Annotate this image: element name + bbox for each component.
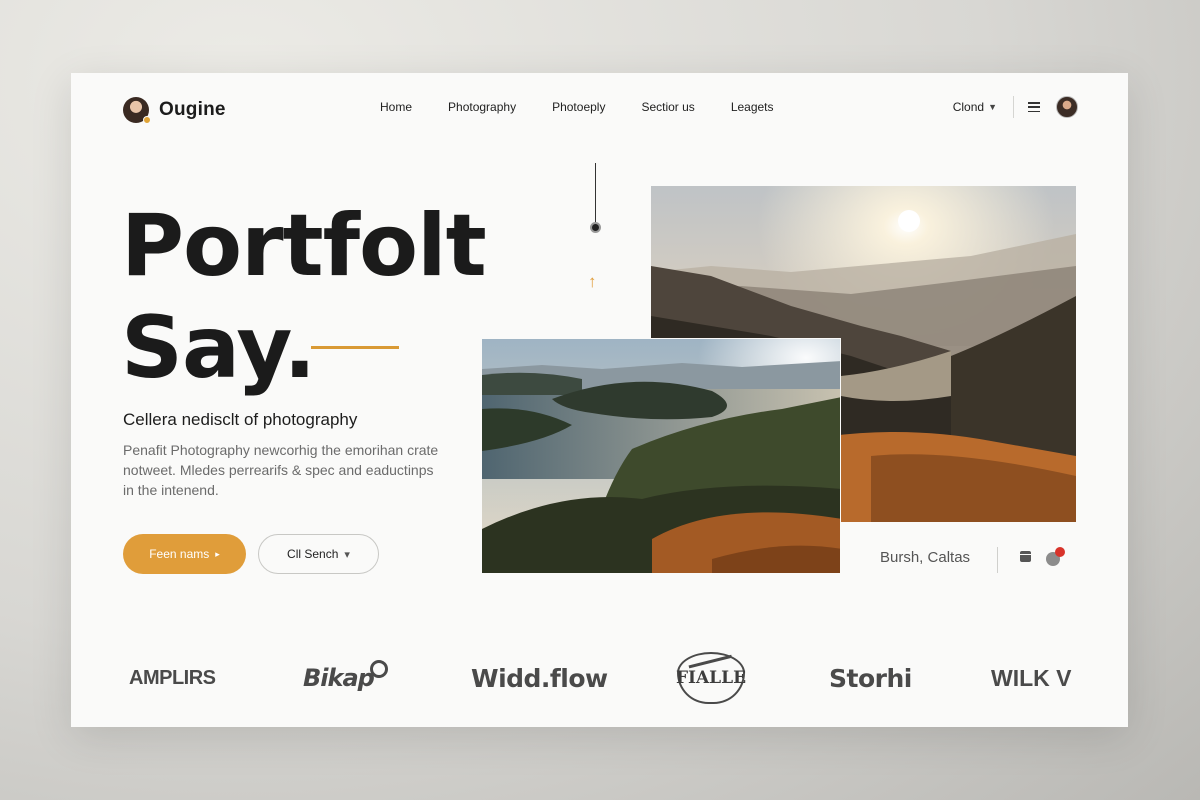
logo-widdflow: Widd.flow [471, 663, 608, 693]
hero-title-line2: Say. [121, 298, 316, 398]
accent-line [311, 346, 399, 349]
primary-cta-button[interactable]: Feen nams ▸ [123, 534, 246, 574]
brand[interactable]: Ougine [123, 97, 226, 124]
logo-fialle: FIALLE [675, 643, 747, 713]
pendulum-line [595, 163, 596, 223]
chevron-down-icon: ▾ [344, 548, 350, 561]
nav-photography[interactable]: Photography [448, 100, 516, 114]
swirl-icon [369, 660, 388, 678]
brand-logo-icon [123, 97, 151, 124]
account-dropdown[interactable]: Clond ▼ [953, 100, 997, 114]
divider [1013, 96, 1014, 118]
brand-name: Ougine [159, 99, 226, 120]
chevron-down-icon: ▼ [988, 102, 997, 112]
user-avatar[interactable] [1056, 96, 1078, 118]
logo-bikap: Bikap [303, 643, 388, 713]
hero-description: Penafit Photography newcorhig the emorih… [123, 442, 439, 498]
notification-badge [1055, 547, 1065, 557]
main-nav: Home Photography Photoeply Sectior us Le… [380, 100, 810, 114]
logo-wilkv: WILK V [991, 664, 1072, 691]
logo-bikap-text: Bikap [303, 664, 375, 692]
nav-home[interactable]: Home [380, 100, 412, 114]
arrow-up-icon[interactable]: ↑ [588, 272, 597, 292]
primary-cta-label: Feen nams [149, 547, 210, 561]
lake-photo [481, 338, 841, 574]
logo-amplirs: AMPLIRS [129, 666, 216, 689]
hero-subtitle: Cellera nedisclt of photography [123, 410, 358, 429]
hero-title: Portfolt Say. [121, 195, 487, 399]
nav-sectior-us[interactable]: Sectior us [641, 100, 694, 114]
logo-fialle-text: FIALLE [675, 668, 747, 688]
header-actions: Clond ▼ [953, 96, 1078, 118]
status-dot [143, 116, 151, 124]
secondary-button-label: Cll Sench [287, 547, 339, 561]
secondary-search-button[interactable]: Cll Sench ▾ [258, 534, 379, 574]
page-card: Ougine Home Photography Photoeply Sectio… [71, 73, 1128, 727]
nav-photoeply[interactable]: Photoeply [552, 100, 605, 114]
hero-title-line1: Portfolt [121, 196, 487, 296]
photo-caption: Bursh, Caltas [880, 549, 971, 566]
notification-icon[interactable] [1046, 547, 1065, 566]
logo-storhi: Storhi [829, 663, 912, 693]
calendar-icon[interactable] [1020, 551, 1031, 562]
divider [997, 547, 998, 573]
play-arrow-icon: ▸ [215, 548, 220, 559]
partner-logos: AMPLIRS Bikap Widd.flow FIALLE Storhi WI… [71, 643, 1128, 713]
emblem-icon: FIALLE [675, 652, 747, 704]
menu-icon[interactable] [1028, 102, 1040, 112]
nav-leagets[interactable]: Leagets [731, 100, 774, 114]
pendulum-ball [590, 222, 601, 233]
account-label: Clond [952, 100, 985, 114]
